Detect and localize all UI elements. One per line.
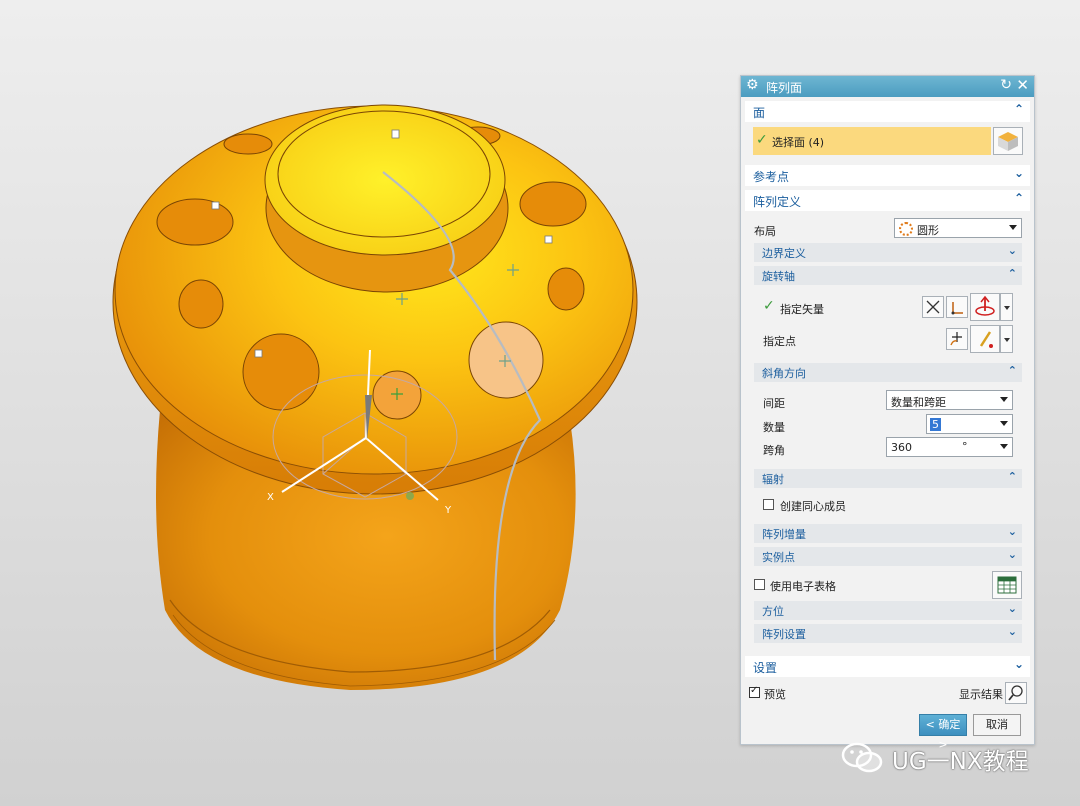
dialog-titlebar[interactable]: ⚙ 阵列面 ↻ ✕ (741, 76, 1034, 97)
subsection-radiate[interactable]: 辐射 ⌃ (754, 469, 1022, 488)
vector-dropdown-button[interactable] (1000, 293, 1013, 321)
preview-checkbox[interactable]: ✓ (749, 685, 760, 698)
subsection-boundary[interactable]: 边界定义 ⌄ (754, 243, 1022, 262)
vector-inferred-icon[interactable] (922, 296, 944, 318)
chevron-up-icon[interactable]: ⌃ (1014, 102, 1024, 116)
face-selector-cube-icon[interactable] (993, 127, 1023, 155)
spacing-select[interactable]: 数量和跨距 (886, 390, 1013, 410)
spacing-label: 间距 (763, 397, 785, 410)
chevron-up-icon[interactable]: ⌃ (1008, 267, 1017, 280)
axis-x-label: X (267, 492, 274, 503)
chevron-down-icon[interactable]: ⌄ (1008, 548, 1017, 561)
layout-value: 圆形 (917, 224, 939, 237)
subsection-instance[interactable]: 实例点 ⌄ (754, 547, 1022, 566)
chevron-up-icon[interactable]: ⌃ (1014, 191, 1024, 205)
layout-label: 布局 (754, 225, 776, 238)
section-pattern-def[interactable]: 阵列定义 ⌃ (745, 190, 1030, 211)
close-icon[interactable]: ✕ (1016, 76, 1029, 94)
reset-icon[interactable]: ↻ (1000, 77, 1012, 93)
subsection-orientation[interactable]: 方位 ⌄ (754, 601, 1022, 620)
concentric-checkbox[interactable] (763, 499, 774, 510)
chevron-down-icon[interactable]: ⌄ (1008, 625, 1017, 638)
count-field[interactable]: 5 (926, 414, 1013, 434)
chevron-up-icon[interactable]: ⌃ (1008, 470, 1017, 483)
subsection-angular[interactable]: 斜角方向 ⌃ (754, 363, 1022, 382)
section-pattern-def-label: 阵列定义 (753, 195, 802, 209)
spreadsheet-label: 使用电子表格 (770, 580, 836, 593)
show-result-label: 显示结果 (959, 688, 1003, 701)
layout-select[interactable]: 圆形 (894, 218, 1022, 238)
chevron-down-icon[interactable]: ⌄ (1014, 166, 1024, 180)
dropdown-arrow-icon (1000, 397, 1008, 402)
point-constructor-icon[interactable] (946, 328, 968, 350)
subsection-increment[interactable]: 阵列增量 ⌄ (754, 524, 1022, 543)
vector-label: 指定矢量 (780, 303, 824, 316)
increment-label: 阵列增量 (762, 528, 806, 541)
model-top-boss (264, 104, 509, 293)
vector-dir-icon[interactable] (970, 293, 1000, 321)
count-value[interactable]: 5 (930, 418, 941, 431)
chevron-down-icon[interactable]: ⌄ (1008, 602, 1017, 615)
subsection-rot-axis[interactable]: 旋转轴 ⌃ (754, 266, 1022, 285)
section-face[interactable]: 面 ⌃ (745, 101, 1030, 122)
span-field[interactable]: 360 ° (886, 437, 1013, 457)
select-face-row[interactable]: ✓ 选择面 (4) (753, 127, 991, 155)
chevron-down-icon[interactable]: ⌄ (1008, 525, 1017, 538)
ok-button[interactable]: < 确定 > (919, 714, 967, 751)
spreadsheet-icon[interactable] (992, 571, 1022, 599)
instance-label: 实例点 (762, 551, 795, 564)
section-ref-point-label: 参考点 (753, 170, 790, 184)
radiate-label: 辐射 (762, 473, 784, 486)
vector-constructor-icon[interactable] (946, 296, 968, 318)
check-icon: ✓ (756, 132, 768, 148)
count-label: 数量 (763, 421, 785, 434)
circle-layout-icon (899, 222, 913, 236)
span-label: 跨角 (763, 444, 785, 457)
point-dropdown-button[interactable] (1000, 325, 1013, 353)
subsection-pattern-settings[interactable]: 阵列设置 ⌄ (754, 624, 1022, 643)
dialog-title: 阵列面 (766, 81, 803, 95)
chevron-down-icon[interactable]: ⌄ (1014, 657, 1024, 671)
chevron-down-icon[interactable]: ⌄ (1008, 244, 1017, 257)
span-unit: ° (962, 440, 968, 453)
pattern-face-dialog: ⚙ 阵列面 ↻ ✕ 面 ⌃ ✓ 选择面 (4) 参考点 ⌄ 阵列定义 ⌃ 布局 … (740, 75, 1035, 751)
pattern-settings-label: 阵列设置 (762, 628, 806, 641)
angular-label: 斜角方向 (762, 367, 806, 380)
section-ref-point[interactable]: 参考点 ⌄ (745, 165, 1030, 186)
rot-axis-label: 旋转轴 (762, 270, 795, 283)
section-face-label: 面 (753, 106, 766, 120)
watermark-text: UG一NX教程 (892, 749, 1029, 775)
dropdown-arrow-icon (1000, 421, 1008, 426)
axis-y-label: Y (444, 505, 452, 516)
checkmark-icon: ✓ (750, 685, 759, 696)
section-settings[interactable]: 设置 ⌄ (745, 656, 1030, 677)
boundary-label: 边界定义 (762, 247, 806, 260)
spacing-value: 数量和跨距 (891, 396, 946, 409)
point-inferred-icon[interactable] (970, 325, 1000, 353)
origin-point (406, 492, 414, 500)
wechat-icon (841, 742, 883, 773)
chevron-up-icon[interactable]: ⌃ (1008, 364, 1017, 377)
span-value: 360 (891, 441, 912, 454)
magnifier-icon[interactable] (1005, 682, 1027, 704)
spreadsheet-checkbox[interactable] (754, 579, 765, 590)
concentric-label: 创建同心成员 (780, 500, 846, 513)
section-settings-label: 设置 (753, 661, 778, 675)
select-face-label: 选择面 (4) (772, 136, 825, 149)
dropdown-arrow-icon (1000, 444, 1008, 449)
point-label: 指定点 (763, 335, 796, 348)
orientation-label: 方位 (762, 605, 784, 618)
cancel-button[interactable]: 取消 (973, 714, 1021, 736)
gear-icon[interactable]: ⚙ (746, 77, 759, 93)
preview-label: 预览 (764, 688, 786, 701)
check-icon: ✓ (763, 298, 775, 314)
watermark: UG一NX教程 (840, 738, 1060, 778)
dropdown-arrow-icon (1009, 225, 1017, 230)
